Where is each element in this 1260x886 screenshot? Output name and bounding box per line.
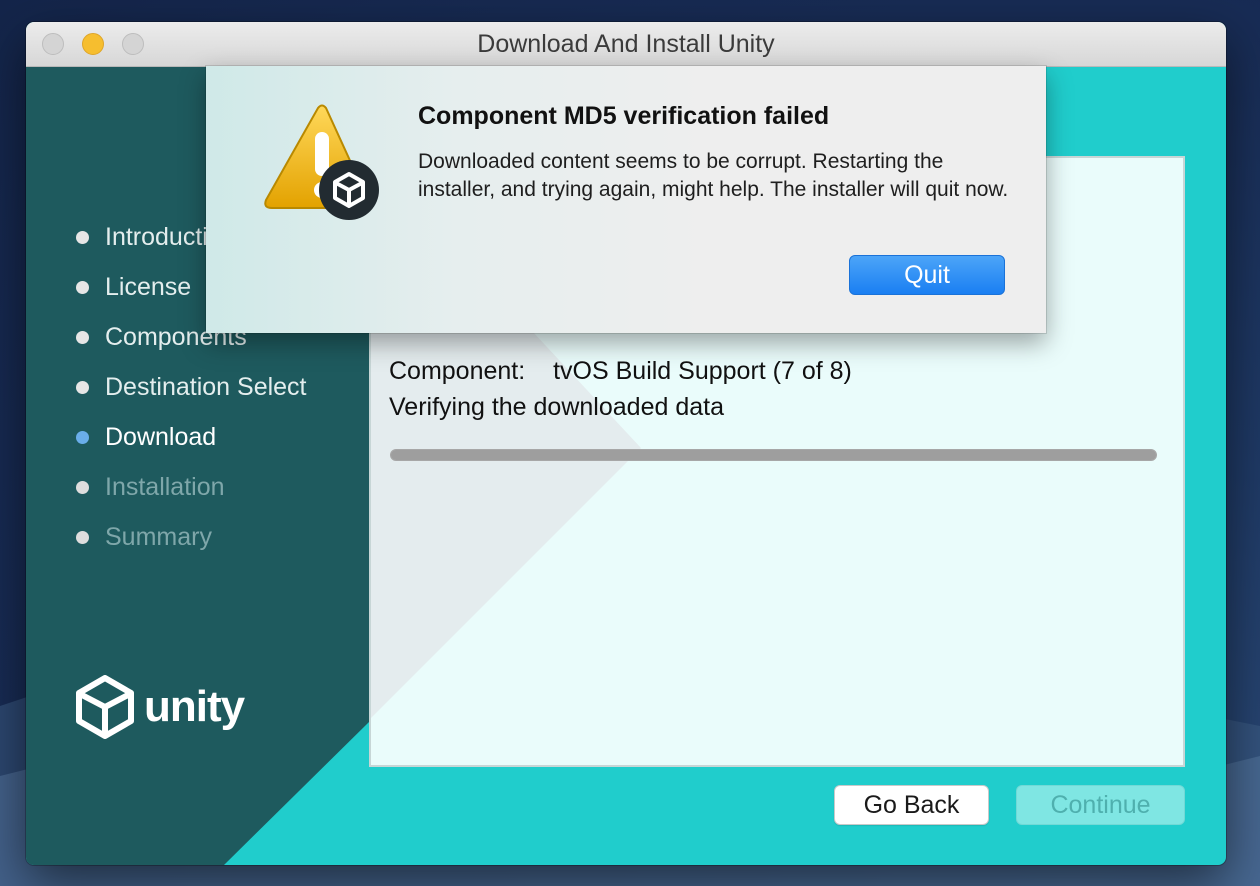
step-download: Download <box>76 412 307 462</box>
unity-wordmark: unity <box>144 682 245 731</box>
component-value: tvOS Build Support (7 of 8) <box>553 357 852 385</box>
error-alert-dialog: Component MD5 verification failed Downlo… <box>206 66 1046 333</box>
unity-logo: unity <box>74 675 245 739</box>
download-status: Component: tvOS Build Support (7 of 8) V… <box>389 353 852 425</box>
component-line: Component: tvOS Build Support (7 of 8) <box>389 353 852 389</box>
step-installation: Installation <box>76 462 307 512</box>
alert-title: Component MD5 verification failed <box>418 102 830 130</box>
step-label: Installation <box>105 472 225 501</box>
step-dot <box>76 230 89 244</box>
continue-button[interactable]: Continue <box>1016 785 1185 825</box>
unity-logo-icon <box>76 675 134 739</box>
unity-badge-icon <box>319 160 379 220</box>
step-label: Destination Select <box>105 372 307 401</box>
step-label: License <box>105 272 192 301</box>
go-back-button[interactable]: Go Back <box>834 785 989 825</box>
window-title: Download And Install Unity <box>477 30 775 58</box>
step-dot <box>76 380 89 394</box>
step-dot <box>76 480 89 494</box>
step-dot <box>76 280 89 294</box>
warning-icon <box>264 104 379 220</box>
quit-button[interactable]: Quit <box>849 255 1005 295</box>
step-dot <box>76 530 89 544</box>
component-label: Component: <box>389 357 526 385</box>
progress-fill <box>391 450 1156 460</box>
status-text: Verifying the downloaded data <box>389 393 724 421</box>
step-dot <box>76 330 89 344</box>
step-dot <box>76 430 89 444</box>
step-destination-select: Destination Select <box>76 362 307 412</box>
step-label: Download <box>105 422 217 451</box>
download-progress-bar <box>390 449 1157 461</box>
step-summary: Summary <box>76 512 307 562</box>
step-label: Summary <box>105 522 212 551</box>
title-bar[interactable]: Download And Install Unity <box>26 22 1226 67</box>
alert-message: Downloaded content seems to be corrupt. … <box>418 150 1009 201</box>
